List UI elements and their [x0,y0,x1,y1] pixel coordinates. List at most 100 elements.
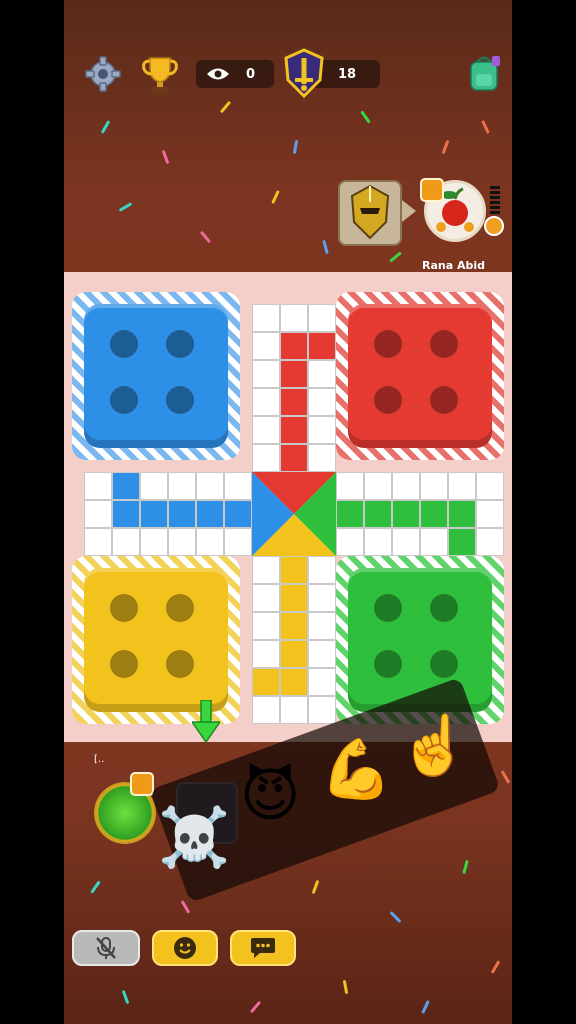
track-cell[interactable] [308,584,336,612]
track-cell[interactable] [280,360,308,388]
track-cell[interactable] [168,500,196,528]
track-cell[interactable] [112,500,140,528]
track-cell[interactable] [280,444,308,472]
token-slot[interactable] [374,330,402,358]
track-cell[interactable] [308,612,336,640]
token-slot[interactable] [430,330,458,358]
track-cell[interactable] [84,528,112,556]
track-cell[interactable] [476,528,504,556]
track-cell[interactable] [420,500,448,528]
track-cell[interactable] [252,612,280,640]
token-slot[interactable] [110,386,138,414]
settings-button[interactable] [82,54,124,94]
track-cell[interactable] [448,528,476,556]
track-cell[interactable] [84,500,112,528]
emoji-smiling-devil[interactable]: 😈 [240,766,300,824]
token-slot[interactable] [110,650,138,678]
track-cell[interactable] [196,500,224,528]
track-cell[interactable] [140,500,168,528]
token-slot[interactable] [110,594,138,622]
shop-button[interactable] [464,54,504,94]
chat-button[interactable] [230,930,296,966]
token-slot[interactable] [430,386,458,414]
track-cell[interactable] [196,528,224,556]
track-cell[interactable] [308,444,336,472]
track-cell[interactable] [476,472,504,500]
token-slot[interactable] [374,650,402,678]
track-cell[interactable] [280,640,308,668]
track-cell[interactable] [112,528,140,556]
track-cell[interactable] [336,472,364,500]
track-cell[interactable] [252,332,280,360]
track-cell[interactable] [280,416,308,444]
track-cell[interactable] [308,640,336,668]
rank-badge[interactable] [282,48,326,98]
gift-icon[interactable] [420,178,444,202]
track-cell[interactable] [224,528,252,556]
track-cell[interactable] [280,388,308,416]
token-slot[interactable] [166,330,194,358]
track-cell[interactable] [280,584,308,612]
track-cell[interactable] [252,640,280,668]
track-cell[interactable] [308,360,336,388]
track-cell[interactable] [168,528,196,556]
track-cell[interactable] [336,528,364,556]
track-cell[interactable] [252,696,280,724]
token-slot[interactable] [166,650,194,678]
track-cell[interactable] [392,528,420,556]
token-slot[interactable] [166,594,194,622]
track-cell[interactable] [252,444,280,472]
track-cell[interactable] [308,332,336,360]
token-slot[interactable] [110,330,138,358]
track-cell[interactable] [364,500,392,528]
token-slot[interactable] [374,594,402,622]
token-slot[interactable] [374,386,402,414]
token-slot[interactable] [430,650,458,678]
token-slot[interactable] [166,386,194,414]
track-cell[interactable] [252,388,280,416]
track-cell[interactable] [252,304,280,332]
track-cell[interactable] [280,696,308,724]
track-cell[interactable] [252,360,280,388]
track-cell[interactable] [280,556,308,584]
token-slot[interactable] [430,594,458,622]
track-cell[interactable] [140,472,168,500]
emoji-flexed-biceps[interactable]: 💪 [320,740,392,798]
track-cell[interactable] [392,472,420,500]
track-cell[interactable] [448,472,476,500]
mute-button[interactable] [72,930,140,966]
track-cell[interactable] [308,416,336,444]
track-cell[interactable] [392,500,420,528]
track-cell[interactable] [280,612,308,640]
track-cell[interactable] [420,528,448,556]
track-cell[interactable] [308,556,336,584]
track-cell[interactable] [336,500,364,528]
track-cell[interactable] [364,528,392,556]
track-cell[interactable] [308,668,336,696]
track-cell[interactable] [308,304,336,332]
track-cell[interactable] [252,668,280,696]
track-cell[interactable] [140,528,168,556]
player-gift-icon[interactable] [130,772,154,796]
track-cell[interactable] [84,472,112,500]
track-cell[interactable] [280,332,308,360]
track-cell[interactable] [168,472,196,500]
track-cell[interactable] [448,500,476,528]
track-cell[interactable] [476,500,504,528]
track-cell[interactable] [196,472,224,500]
track-cell[interactable] [308,696,336,724]
track-cell[interactable] [112,472,140,500]
track-cell[interactable] [252,556,280,584]
emoji-skull-crossbones[interactable]: ☠️ [158,808,230,866]
track-cell[interactable] [252,416,280,444]
track-cell[interactable] [224,472,252,500]
emoji-pointing-up[interactable]: ☝️ [398,716,470,774]
track-cell[interactable] [252,584,280,612]
emoji-button[interactable] [152,930,218,966]
track-cell[interactable] [420,472,448,500]
track-cell[interactable] [364,472,392,500]
track-cell[interactable] [280,304,308,332]
track-cell[interactable] [308,388,336,416]
leaderboard-button[interactable] [136,52,184,96]
track-cell[interactable] [280,668,308,696]
